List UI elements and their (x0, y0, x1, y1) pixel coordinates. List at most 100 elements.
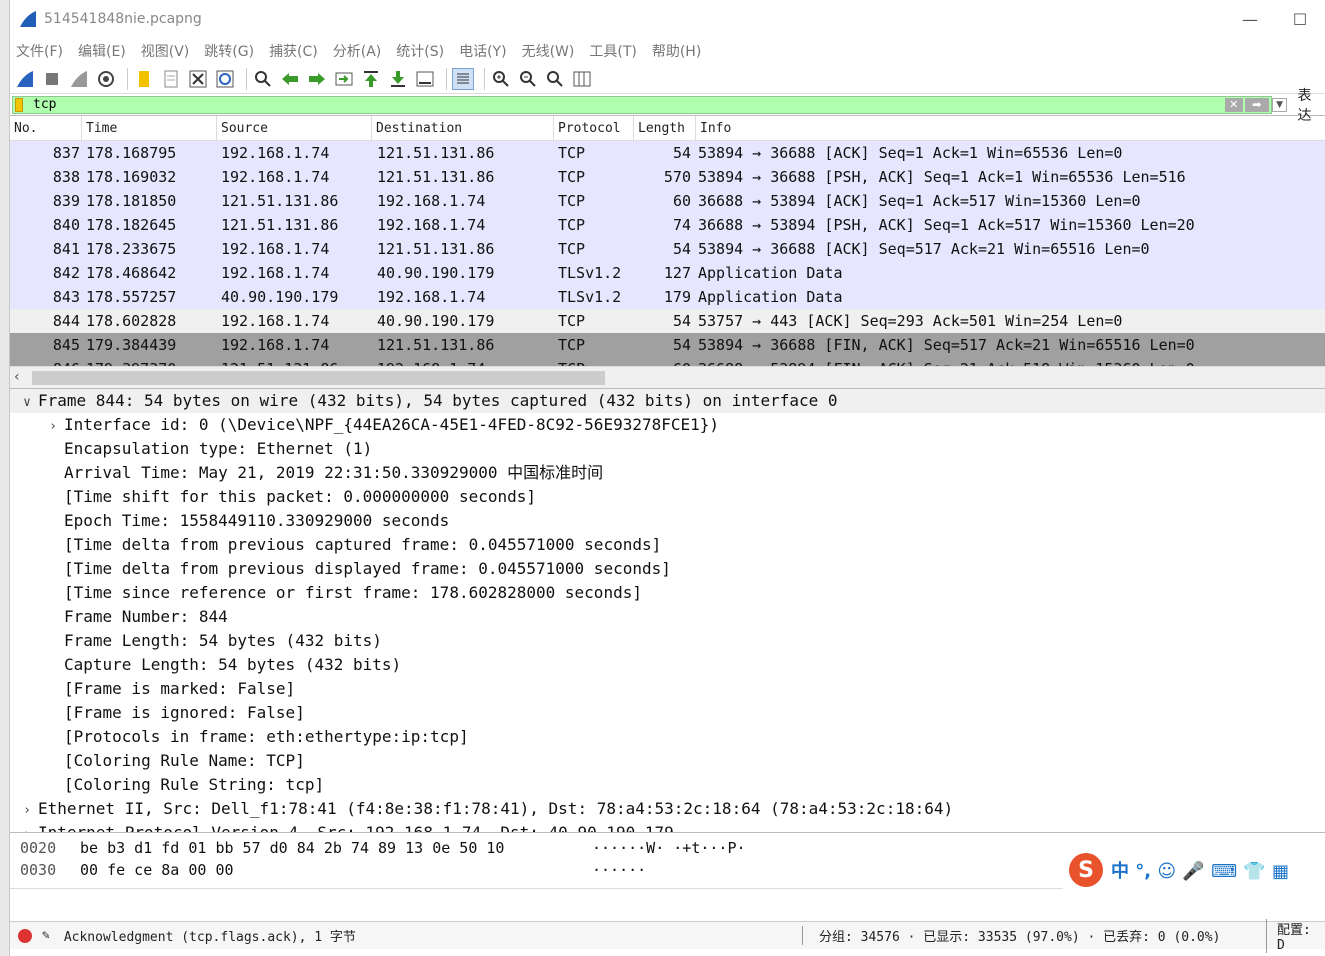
detail-text: Capture Length: 54 bytes (432 bits) (64, 655, 402, 674)
detail-tree-item[interactable]: Capture Length: 54 bytes (432 bits) (10, 653, 1325, 677)
cell-info: 53894 → 36688 [FIN, ACK] Seq=517 Ack=21 … (698, 336, 1195, 354)
cell-source: 40.90.190.179 (221, 288, 339, 306)
display-filter-input[interactable] (33, 96, 1225, 113)
detail-tree-item[interactable]: Frame Number: 844 (10, 605, 1325, 629)
detail-text: Frame 844: 54 bytes on wire (432 bits), … (38, 391, 838, 410)
ime-mode-icons[interactable]: 中 °, ☺ 🎤 ⌨ 👕 ▦ (1111, 857, 1289, 883)
sogou-logo-icon[interactable]: S (1069, 853, 1103, 887)
restart-capture-icon[interactable] (68, 68, 90, 90)
packet-row[interactable]: 844 178.602828 192.168.1.74 40.90.190.179 TC… (10, 309, 1325, 333)
column-header-length[interactable]: Length (634, 116, 696, 141)
zoom-in-icon[interactable] (490, 68, 512, 90)
menu-go[interactable]: 跳转(G) (204, 41, 254, 61)
detail-tree-item[interactable]: › Interface id: 0 (\Device\NPF_{44EA26CA-… (10, 413, 1325, 437)
colorize-icon[interactable] (452, 67, 474, 90)
menu-analyze[interactable]: 分析(A) (333, 41, 382, 61)
zoom-out-icon[interactable] (517, 68, 539, 90)
detail-tree-item[interactable]: [Coloring Rule Name: TCP] (10, 749, 1325, 773)
cell-info: 53894 → 36688 [ACK] Seq=517 Ack=21 Win=6… (698, 240, 1150, 258)
packet-list-horizontal-scrollbar[interactable]: ‹ (10, 366, 1325, 388)
detail-tree-item[interactable]: Encapsulation type: Ethernet (1) (10, 437, 1325, 461)
go-forward-icon[interactable] (306, 68, 328, 90)
detail-tree-item[interactable]: [Time delta from previous captured frame… (10, 533, 1325, 557)
expand-arrow-icon[interactable]: › (42, 415, 64, 439)
detail-tree-item[interactable]: [Protocols in frame: eth:ethertype:ip:tc… (10, 725, 1325, 749)
save-file-icon[interactable] (160, 68, 182, 90)
detail-text: Ethernet II, Src: Dell_f1:78:41 (f4:8e:3… (38, 799, 954, 818)
filter-history-dropdown[interactable]: ▼ (1271, 97, 1288, 112)
column-header-info[interactable]: Info (696, 116, 1325, 141)
packet-row[interactable]: 841 178.233675 192.168.1.74 121.51.131.86 TC… (10, 237, 1325, 261)
packet-row[interactable]: 840 178.182645 121.51.131.86 192.168.1.74 TC… (10, 213, 1325, 237)
detail-tree-item[interactable]: [Time since reference or first frame: 17… (10, 581, 1325, 605)
go-to-packet-icon[interactable] (333, 68, 355, 90)
menu-tools[interactable]: 工具(T) (589, 41, 636, 61)
open-file-icon[interactable] (133, 68, 155, 90)
expand-arrow-icon[interactable]: › (16, 823, 38, 832)
scrollbar-thumb[interactable] (32, 371, 605, 385)
expert-info-icon[interactable] (18, 928, 32, 943)
detail-tree-item[interactable]: [Time delta from previous displayed fram… (10, 557, 1325, 581)
column-header-source[interactable]: Source (217, 116, 372, 141)
packet-row[interactable]: 838 178.169032 192.168.1.74 121.51.131.86 TC… (10, 165, 1325, 189)
close-file-icon[interactable] (187, 68, 209, 90)
menu-wireless[interactable]: 无线(W) (522, 41, 575, 61)
edit-comment-icon[interactable]: ✎ (42, 928, 50, 943)
menu-view[interactable]: 视图(V) (141, 41, 190, 61)
capture-options-icon[interactable] (95, 68, 117, 90)
packet-row[interactable]: 843 178.557257 40.90.190.179 192.168.1.74 TL… (10, 285, 1325, 309)
stop-capture-icon[interactable] (41, 68, 63, 90)
ime-toolbar[interactable]: S 中 °, ☺ 🎤 ⌨ 👕 ▦ (1063, 850, 1325, 890)
last-packet-icon[interactable] (387, 68, 409, 90)
detail-tree-item[interactable]: Frame Length: 54 bytes (432 bits) (10, 629, 1325, 653)
cell-protocol: TCP (558, 240, 586, 258)
menu-statistics[interactable]: 统计(S) (396, 41, 444, 61)
window-title: 514541848nie.pcapng (44, 11, 202, 27)
menu-telephony[interactable]: 电话(Y) (459, 41, 506, 61)
detail-tree-item[interactable]: ›Internet Protocol Version 4, Src: 192.1… (10, 821, 1325, 833)
find-packet-icon[interactable] (252, 68, 274, 90)
detail-tree-item[interactable]: [Coloring Rule String: tcp] (10, 773, 1325, 797)
collapse-arrow-icon[interactable]: ∨ (16, 391, 38, 415)
detail-tree-item[interactable]: › Ethernet II, Src: Dell_f1:78:41 (f4:8e:… (10, 797, 1325, 821)
cell-info: 36688 → 53894 [PSH, ACK] Seq=1 Ack=517 W… (698, 216, 1195, 234)
packet-row[interactable]: 839 178.181850 121.51.131.86 192.168.1.74 TC… (10, 189, 1325, 213)
detail-tree-item[interactable]: ∨ Frame 844: 54 bytes on wire (432 bits),… (10, 389, 1325, 413)
hex-dump-row[interactable]: 0030 00 fe ce 8a 00 00 ······ (10, 859, 670, 881)
detail-tree-item[interactable]: [Frame is marked: False] (10, 677, 1325, 701)
profile-label[interactable]: 配置: D (1266, 918, 1325, 953)
column-header-time[interactable]: Time (82, 116, 217, 141)
packet-row[interactable]: 845 179.384439 192.168.1.74 121.51.131.86 TC… (10, 333, 1325, 357)
hex-dump-row[interactable]: 0020 be b3 d1 fd 01 bb 57 d0 84 2b 74 89 … (10, 837, 746, 859)
normal-size-icon[interactable] (544, 68, 566, 90)
shark-fin-start-icon[interactable] (14, 68, 36, 90)
packet-row[interactable]: 842 178.468642 192.168.1.74 40.90.190.179 TL… (10, 261, 1325, 285)
bookmark-icon[interactable] (15, 97, 23, 112)
resize-columns-icon[interactable] (571, 68, 593, 90)
maximize-button[interactable]: ☐ (1275, 10, 1325, 29)
detail-tree-item[interactable]: Epoch Time: 1558449110.330929000 seconds (10, 509, 1325, 533)
minimize-button[interactable]: — (1225, 10, 1275, 29)
go-back-icon[interactable] (279, 68, 301, 90)
expand-arrow-icon[interactable]: › (16, 799, 38, 823)
menu-capture[interactable]: 捕获(C) (269, 41, 318, 61)
detail-tree-item[interactable]: [Frame is ignored: False] (10, 701, 1325, 725)
auto-scroll-icon[interactable] (414, 68, 436, 90)
cell-length: 74 (672, 216, 691, 234)
packet-row[interactable]: 837 178.168795 192.168.1.74 121.51.131.86 TC… (10, 141, 1325, 165)
menu-edit[interactable]: 编辑(E) (78, 41, 126, 61)
column-header-destination[interactable]: Destination (372, 116, 554, 141)
reload-file-icon[interactable] (214, 68, 236, 90)
first-packet-icon[interactable] (360, 68, 382, 90)
clear-filter-icon[interactable]: ✕ (1224, 97, 1243, 112)
detail-tree-item[interactable]: Arrival Time: May 21, 2019 22:31:50.3309… (10, 461, 1325, 485)
cell-info: 53894 → 36688 [PSH, ACK] Seq=1 Ack=1 Win… (698, 168, 1186, 186)
menu-file[interactable]: 文件(F) (16, 41, 63, 61)
apply-filter-icon[interactable]: ➡ (1244, 97, 1269, 112)
detail-text: Internet Protocol Version 4, Src: 192.16… (38, 823, 674, 833)
column-header-no[interactable]: No. (10, 116, 82, 141)
menu-help[interactable]: 帮助(H) (652, 41, 701, 61)
column-header-protocol[interactable]: Protocol (554, 116, 634, 141)
detail-tree-item[interactable]: [Time shift for this packet: 0.000000000… (10, 485, 1325, 509)
scroll-left-icon[interactable]: ‹ (14, 369, 20, 385)
